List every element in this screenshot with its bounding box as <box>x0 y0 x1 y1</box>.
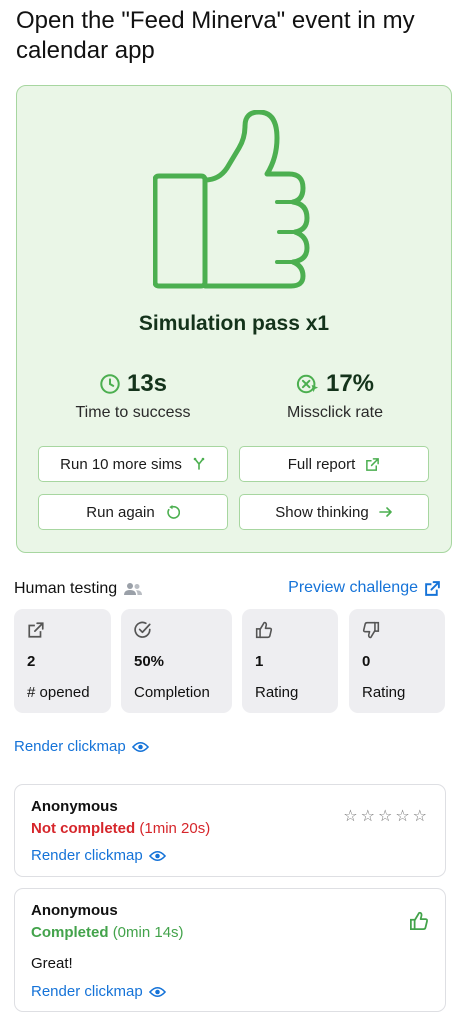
full-report-button[interactable]: Full report <box>239 446 429 482</box>
thumbs-up-icon <box>153 110 310 289</box>
response-card: Anonymous Not completed (1min 20s) ☆ ☆ ☆… <box>14 784 446 877</box>
stat-tile-rating-up: 1 Rating <box>242 609 338 713</box>
stat-value: 50% <box>134 653 165 670</box>
stat-label: Completion <box>134 684 210 701</box>
users-icon <box>124 583 143 595</box>
thumbs-up-icon <box>410 911 428 930</box>
full-report-label: Full report <box>287 455 356 473</box>
stat-label: Rating <box>362 684 406 701</box>
show-thinking-label: Show thinking <box>275 503 369 521</box>
stat-value: 2 <box>27 653 36 670</box>
human-testing-header: Human testing <box>14 580 143 598</box>
arrow-right-icon <box>378 507 392 517</box>
misclick-rate-stat: 17% Missclick rate <box>245 370 425 422</box>
simulation-title: Simulation pass x1 <box>138 312 330 335</box>
render-clickmap-link[interactable]: Render clickmap <box>14 738 149 755</box>
response-status: Not completed (1min 20s) <box>31 820 210 837</box>
time-label: Time to success <box>75 404 191 421</box>
misclick-label: Missclick rate <box>286 404 383 421</box>
star-rating[interactable]: ☆ ☆ ☆ ☆ ☆ <box>343 809 427 825</box>
run-more-label: Run 10 more sims <box>60 455 182 473</box>
clock-icon <box>100 374 120 394</box>
time-value: 13s <box>126 370 168 397</box>
response-status: Completed (0min 14s) <box>31 924 184 941</box>
render-clickmap-label: Render clickmap <box>31 983 143 1000</box>
star-icon[interactable]: ☆ <box>378 809 392 825</box>
simulation-card: Simulation pass x1 13s Time to success 1… <box>16 85 452 553</box>
run-more-sims-button[interactable]: Run 10 more sims <box>38 446 228 482</box>
run-again-button[interactable]: Run again <box>38 494 228 530</box>
star-icon[interactable]: ☆ <box>343 809 357 825</box>
duration-text: (0min 14s) <box>112 924 184 941</box>
preview-challenge-link[interactable]: Preview challenge <box>288 579 441 597</box>
external-link-icon <box>366 457 380 471</box>
fork-icon <box>193 457 205 470</box>
render-clickmap-label: Render clickmap <box>31 847 143 864</box>
human-testing-title: Human testing <box>14 580 118 597</box>
stat-label: Rating <box>255 684 299 701</box>
eye-icon <box>148 986 166 997</box>
external-link-icon <box>28 622 44 638</box>
respondent-name: Anonymous <box>31 798 118 815</box>
misclick-value: 17% <box>325 370 375 397</box>
star-icon[interactable]: ☆ <box>361 809 375 825</box>
stat-tile-opened: 2 # opened <box>14 609 111 713</box>
star-icon[interactable]: ☆ <box>413 809 427 825</box>
render-clickmap-label: Render clickmap <box>14 738 126 755</box>
response-comment: Great! <box>31 955 73 972</box>
external-link-icon <box>425 580 440 596</box>
run-again-label: Run again <box>86 503 155 521</box>
misclick-icon <box>296 374 319 394</box>
show-thinking-button[interactable]: Show thinking <box>239 494 429 530</box>
stat-tile-rating-down: 0 Rating <box>349 609 445 713</box>
star-icon[interactable]: ☆ <box>395 809 409 825</box>
preview-challenge-label: Preview challenge <box>288 579 418 596</box>
render-clickmap-link[interactable]: Render clickmap <box>31 847 166 864</box>
stat-label: # opened <box>27 684 90 701</box>
refresh-icon <box>167 504 180 519</box>
respondent-name: Anonymous <box>31 902 118 919</box>
stat-value: 0 <box>362 653 371 670</box>
task-title: Open the "Feed Minerva" event in my cale… <box>16 7 415 64</box>
stat-value: 1 <box>255 653 264 670</box>
check-circle-icon <box>134 621 151 638</box>
status-text: Not completed <box>31 820 136 837</box>
status-text: Completed <box>31 924 109 941</box>
response-card: Anonymous Completed (0min 14s) Great! Re… <box>14 888 446 1012</box>
time-to-success-stat: 13s Time to success <box>43 370 223 422</box>
thumbs-down-icon <box>362 621 380 639</box>
thumbs-up-icon <box>255 621 273 639</box>
eye-icon <box>131 741 149 752</box>
stat-tile-completion: 50% Completion <box>121 609 232 713</box>
eye-icon <box>148 850 166 861</box>
render-clickmap-link[interactable]: Render clickmap <box>31 983 166 1000</box>
duration-text: (1min 20s) <box>139 820 211 837</box>
